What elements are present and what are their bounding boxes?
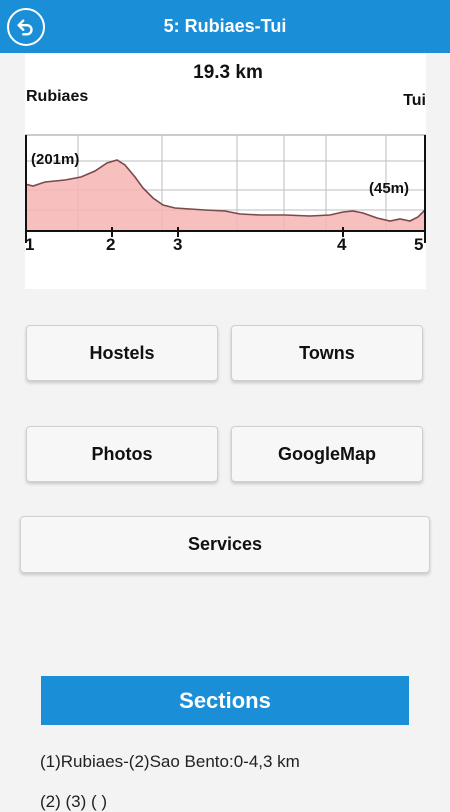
elevation-profile: 19.3 km Rubiaes Tui (201m) (45m) 1 2 3 4… bbox=[24, 53, 427, 289]
services-button[interactable]: Services bbox=[20, 516, 430, 573]
section-item-2[interactable]: (2) (3) ( ) bbox=[40, 792, 107, 812]
sections-header: Sections bbox=[41, 676, 409, 725]
photos-button[interactable]: Photos bbox=[26, 426, 218, 482]
distance-label: 19.3 km bbox=[193, 62, 263, 83]
top-app-bar: 5: Rubiaes-Tui bbox=[0, 0, 450, 53]
marker-3: 3 bbox=[173, 235, 182, 254]
start-town-label: Rubiaes bbox=[26, 88, 88, 105]
end-town-label: Tui bbox=[403, 92, 426, 109]
marker-4: 4 bbox=[337, 235, 347, 254]
elevation-area bbox=[25, 160, 426, 231]
towns-button[interactable]: Towns bbox=[231, 325, 423, 381]
section-item-1[interactable]: (1)Rubiaes-(2)Sao Bento:0-4,3 km bbox=[40, 752, 300, 772]
marker-1: 1 bbox=[25, 235, 34, 254]
marker-2: 2 bbox=[106, 235, 115, 254]
page-title: 5: Rubiaes-Tui bbox=[163, 16, 287, 36]
start-elevation-label: (201m) bbox=[31, 151, 79, 168]
end-elevation-label: (45m) bbox=[369, 180, 409, 197]
marker-5: 5 bbox=[414, 235, 423, 254]
hostels-button[interactable]: Hostels bbox=[26, 325, 218, 381]
googlemap-button[interactable]: GoogleMap bbox=[231, 426, 423, 482]
